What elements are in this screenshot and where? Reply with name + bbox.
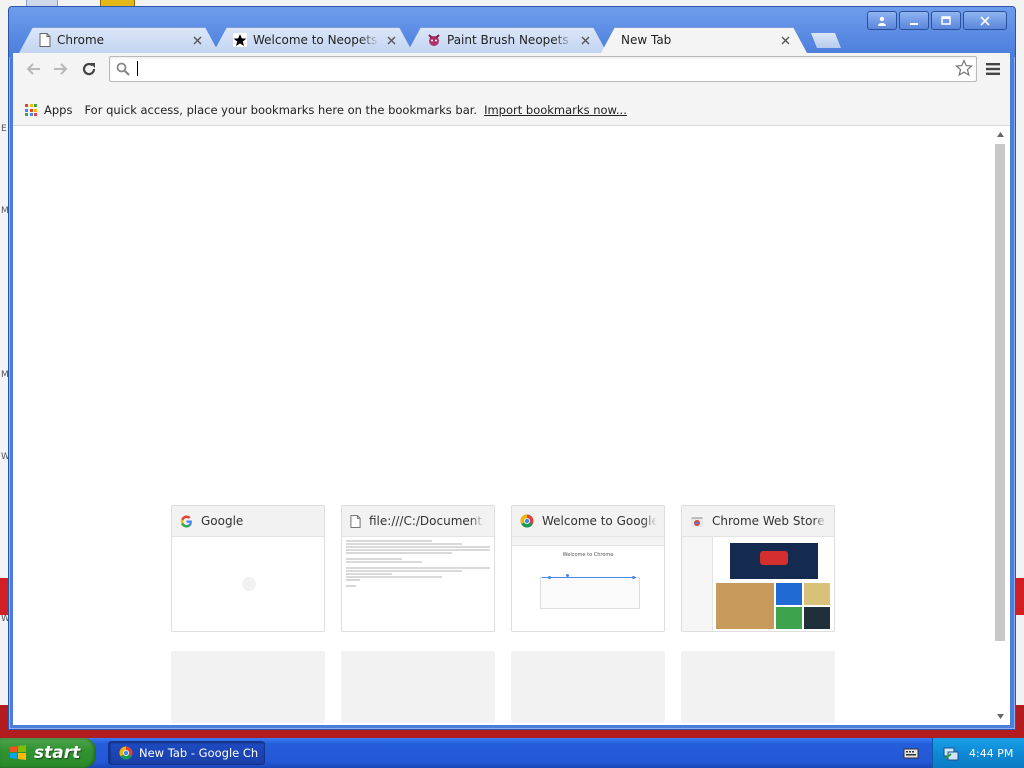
new-tab-page: Google file:///C:/Documents%20and%20Sett… [13,126,1010,725]
browser-content: Apps For quick access, place your bookma… [13,53,1010,725]
hamburger-menu-icon [986,63,1000,75]
import-bookmarks-link[interactable]: Import bookmarks now... [484,103,627,117]
apps-grid-icon [25,104,37,116]
tab-title: Welcome to Neopets! [253,33,379,47]
arrow-down-icon [996,713,1004,719]
close-icon [781,36,789,44]
clock[interactable]: 4:44 PM [969,747,1013,760]
chrome-icon [520,514,534,528]
tab-new-tab[interactable]: New Tab [601,27,807,53]
chrome-menu-button[interactable] [983,59,1003,79]
scrollbar-thumb[interactable] [995,144,1005,641]
browser-window: Chrome Welcome to Neopets! Paint Brush N… [8,6,1016,730]
toolbar [13,53,1010,85]
tab-title: Chrome [57,33,105,47]
most-visited-tile-chrome-web-store[interactable]: Chrome Web Store [681,505,835,632]
reload-icon [82,62,96,76]
profile-button[interactable] [867,11,897,30]
tile-title: Google [201,514,244,528]
tile-title: file:///C:/Documents%20and%20Settings [369,514,484,528]
text-caret [137,61,138,76]
close-icon [387,36,395,44]
close-icon [980,15,990,26]
windows-logo-icon [10,745,26,760]
apps-shortcut[interactable]: Apps [25,103,72,117]
search-icon [116,62,130,76]
maximize-button[interactable] [931,11,961,30]
chrome-icon [119,746,133,760]
empty-tile [171,651,325,723]
window-controls [867,11,1007,30]
scroll-down-button[interactable] [995,711,1005,721]
back-button[interactable] [21,58,45,80]
system-tray: 4:44 PM [932,738,1024,768]
restore-icon [941,15,951,25]
keyboard-layout-button[interactable] [903,746,919,763]
page-icon [39,33,51,47]
forward-arrow-icon [54,63,68,75]
tile-thumbnail: Welcome to Chrome [512,537,664,631]
back-arrow-icon [26,63,40,75]
tab-close-button[interactable] [579,34,591,46]
empty-tile [681,651,835,723]
tile-thumbnail [342,537,494,631]
tile-thumbnail [682,537,834,631]
keyboard-icon [903,748,919,759]
close-icon [581,36,589,44]
tab-title: New Tab [621,33,672,47]
tab-close-button[interactable] [779,34,791,46]
google-g-icon [180,514,192,528]
tab-close-button[interactable] [385,34,397,46]
neopets-star-icon [233,33,247,47]
address-input[interactable] [136,59,940,79]
person-icon [878,16,886,26]
most-visited-tile-welcome-chrome[interactable]: Welcome to Google Chrome Welcome to Chro… [511,505,665,632]
tile-title: Chrome Web Store [712,514,825,528]
tab-chrome[interactable]: Chrome [19,27,219,53]
apps-label: Apps [44,103,73,117]
taskbar-button-chrome[interactable]: New Tab - Google Ch... [108,741,265,765]
start-label: start [34,743,81,763]
start-button[interactable]: start [0,738,96,768]
tab-close-button[interactable] [191,34,203,46]
vertical-scrollbar[interactable] [993,126,1007,725]
minimize-button[interactable] [899,11,929,30]
thumbnail-heading: Welcome to Chrome [562,552,614,558]
close-window-button[interactable] [963,11,1007,30]
tab-welcome-to-neopets[interactable]: Welcome to Neopets! [213,27,413,53]
bookmarks-hint-text: For quick access, place your bookmarks h… [84,103,478,117]
empty-tile [511,651,665,723]
tile-title: Welcome to Google Chrome [542,514,657,528]
bookmark-star-button[interactable] [954,58,974,80]
tile-thumbnail [172,537,324,631]
scroll-up-button[interactable] [995,129,1005,139]
taskbar: start New Tab - Google Ch... 4:44 PM [0,738,1024,768]
close-icon [193,36,201,44]
bookmarks-bar: Apps For quick access, place your bookma… [13,95,1010,126]
star-icon [954,58,974,77]
new-tab-button[interactable] [811,33,841,48]
chrome-web-store-icon [691,517,703,527]
tab-paint-brush-neopets[interactable]: Paint Brush Neopets | Neopets [407,27,607,53]
paint-brush-icon [428,34,440,46]
omnibox[interactable] [109,56,977,82]
most-visited-tile-file[interactable]: file:///C:/Documents%20and%20Settings [341,505,495,632]
taskbar-button-label: New Tab - Google Ch... [139,746,259,760]
tab-strip: Chrome Welcome to Neopets! Paint Brush N… [19,27,859,53]
page-icon [350,514,361,528]
minimize-icon [910,22,918,25]
desktop-icon-fragment: E [1,124,7,134]
network-icon[interactable] [943,745,959,761]
forward-button[interactable] [49,58,73,80]
empty-tile [341,651,495,723]
most-visited-tile-google[interactable]: Google [171,505,325,632]
tab-title: Paint Brush Neopets | Neopets [447,33,573,47]
reload-button[interactable] [77,58,101,80]
arrow-up-icon [996,131,1004,137]
